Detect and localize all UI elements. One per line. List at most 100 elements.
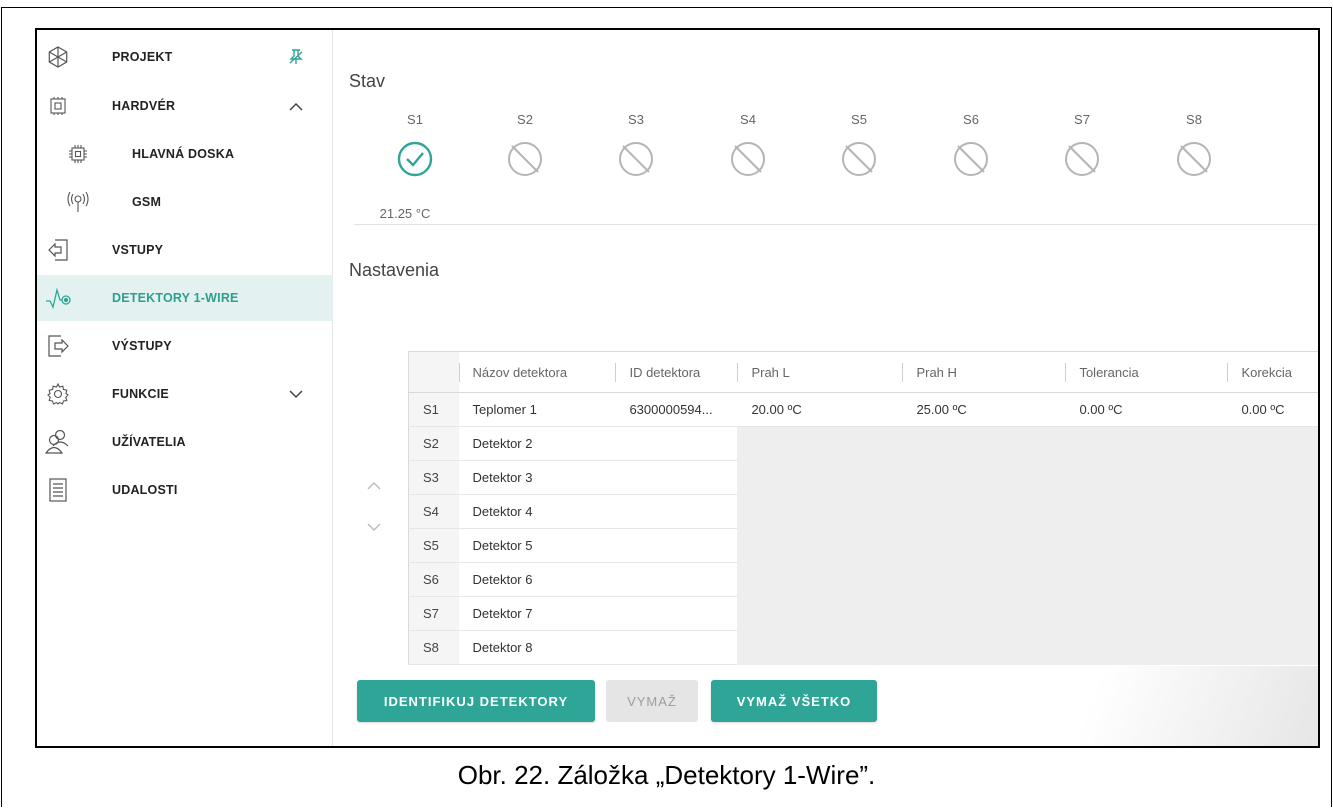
sidebar-item-udalosti[interactable]: UDALOSTI <box>37 467 333 513</box>
chevron-down-icon[interactable] <box>285 383 307 405</box>
sidebar-item-hardver[interactable]: HARDVÉR <box>37 83 333 129</box>
cell-disabled <box>737 528 1318 563</box>
functions-gear-icon <box>45 381 71 407</box>
column-header-prah-l[interactable]: Prah L <box>737 351 903 393</box>
delete-all-button[interactable]: VYMAŽ VŠETKO <box>711 680 877 722</box>
sensor-label: S4 <box>740 112 756 127</box>
section-divider <box>354 224 1318 225</box>
chevron-down-icon[interactable] <box>366 523 382 533</box>
cell-name[interactable]: Detektor 5 <box>458 528 616 563</box>
sidebar-item-detektory-1-wire[interactable]: DETEKTORY 1-WIRE <box>37 275 333 321</box>
sidebar-item-label: PROJEKT <box>112 50 173 64</box>
sidebar-item-hlavna-doska[interactable]: HLAVNÁ DOSKA <box>37 131 333 177</box>
cell-disabled <box>737 494 1318 529</box>
not-available-icon <box>951 139 991 179</box>
sensor-s1-temperature: 21.25 °C <box>379 206 431 221</box>
cell-detector-id[interactable] <box>615 596 738 631</box>
cell-name[interactable]: Detektor 3 <box>458 460 616 495</box>
cell-detector-id[interactable]: 6300000594... <box>615 392 738 427</box>
cell-tolerancia[interactable]: 0.00 ºC <box>1065 392 1228 427</box>
not-available-icon <box>1062 139 1102 179</box>
sensor-label: S8 <box>1186 112 1202 127</box>
cell-disabled <box>737 630 1318 665</box>
table-row[interactable]: S2 Detektor 2 <box>408 426 1318 461</box>
sensor-status-s1: S1 <box>380 112 450 179</box>
sidebar-item-vstupy[interactable]: VSTUPY <box>37 227 333 273</box>
sidebar-item-vystupy[interactable]: VÝSTUPY <box>37 323 333 369</box>
cell-detector-id[interactable] <box>615 426 738 461</box>
cell-detector-id[interactable] <box>615 562 738 597</box>
gsm-antenna-icon <box>65 189 91 215</box>
not-available-icon <box>839 139 879 179</box>
sidebar-item-label: UDALOSTI <box>112 483 178 497</box>
identify-detectors-button[interactable]: IDENTIFIKUJ DETEKTORY <box>357 680 595 722</box>
sidebar-item-label: DETEKTORY 1-WIRE <box>112 291 239 305</box>
cell-disabled <box>737 596 1318 631</box>
column-header-tolerancia[interactable]: Tolerancia <box>1065 351 1228 393</box>
delete-button[interactable]: VYMAŽ <box>606 680 698 722</box>
sensor-status-s7: S7 <box>1047 112 1117 179</box>
not-available-icon <box>505 139 545 179</box>
cell-name[interactable]: Detektor 6 <box>458 562 616 597</box>
app-window: PROJEKT HARDVÉR HLAVNÁ DOSKA GSM VSTUPY … <box>35 28 1320 748</box>
table-row[interactable]: S3 Detektor 3 <box>408 460 1318 495</box>
row-id: S7 <box>408 596 459 631</box>
column-header-nazov[interactable]: Názov detektora <box>458 351 616 393</box>
not-available-icon <box>728 139 768 179</box>
cell-name[interactable]: Detektor 8 <box>458 630 616 665</box>
cell-detector-id[interactable] <box>615 494 738 529</box>
cell-name[interactable]: Detektor 2 <box>458 426 616 461</box>
sidebar-item-funkcie[interactable]: FUNKCIE <box>37 371 333 417</box>
table-row[interactable]: S6 Detektor 6 <box>408 562 1318 597</box>
sensor-label: S2 <box>517 112 533 127</box>
inputs-icon <box>45 237 71 263</box>
main-content: Stav S1 S2 S3 S4 S5 S6 S7 S8 21.25 °C Na… <box>334 30 1318 746</box>
cell-name[interactable]: Detektor 7 <box>458 596 616 631</box>
events-list-icon <box>45 477 71 503</box>
sidebar-item-projekt[interactable]: PROJEKT <box>37 34 333 80</box>
sidebar-item-label: UŽÍVATELIA <box>112 435 186 449</box>
sensor-label: S1 <box>407 112 423 127</box>
chevron-up-icon[interactable] <box>285 95 307 117</box>
check-circle-icon <box>395 139 435 179</box>
column-header <box>408 351 459 393</box>
sensor-label: S5 <box>851 112 867 127</box>
mainboard-icon <box>65 141 91 167</box>
sidebar-item-label: HLAVNÁ DOSKA <box>132 147 235 161</box>
row-id: S3 <box>408 460 459 495</box>
table-row[interactable]: S8 Detektor 8 <box>408 630 1318 665</box>
table-row[interactable]: S4 Detektor 4 <box>408 494 1318 529</box>
sensor-status-s4: S4 <box>713 112 783 179</box>
table-row[interactable]: S1 Teplomer 1 6300000594... 20.00 ºC 25.… <box>408 392 1318 427</box>
sidebar-item-label: VSTUPY <box>112 243 164 257</box>
sensor-label: S7 <box>1074 112 1090 127</box>
chevron-up-icon[interactable] <box>366 480 382 490</box>
sidebar-item-gsm[interactable]: GSM <box>37 179 333 225</box>
figure-caption: Obr. 22. Záložka „Detektory 1-Wire”. <box>457 760 876 790</box>
table-row[interactable]: S7 Detektor 7 <box>408 596 1318 631</box>
cell-korekcia[interactable]: 0.00 ºC <box>1227 392 1318 427</box>
table-header-row: Názov detektora ID detektora Prah L Prah… <box>408 351 1318 393</box>
table-row[interactable]: S5 Detektor 5 <box>408 528 1318 563</box>
sidebar-item-uzivatelia[interactable]: UŽÍVATELIA <box>37 419 333 465</box>
project-icon <box>45 44 71 70</box>
cell-detector-id[interactable] <box>615 528 738 563</box>
cell-detector-id[interactable] <box>615 630 738 665</box>
sensor-label: S6 <box>963 112 979 127</box>
status-section-title: Stav <box>349 71 386 91</box>
column-header-korekcia[interactable]: Korekcia <box>1227 351 1318 393</box>
not-available-icon <box>1174 139 1214 179</box>
row-id: S4 <box>408 494 459 529</box>
cell-prah-h[interactable]: 25.00 ºC <box>902 392 1066 427</box>
pin-icon[interactable] <box>285 46 307 68</box>
sidebar-item-label: GSM <box>132 195 162 209</box>
cell-prah-l[interactable]: 20.00 ºC <box>737 392 903 427</box>
cell-name[interactable]: Detektor 4 <box>458 494 616 529</box>
column-header-id[interactable]: ID detektora <box>615 351 738 393</box>
row-id: S6 <box>408 562 459 597</box>
cell-detector-id[interactable] <box>615 460 738 495</box>
cell-name[interactable]: Teplomer 1 <box>458 392 616 427</box>
column-header-prah-h[interactable]: Prah H <box>902 351 1066 393</box>
sensor-status-s3: S3 <box>601 112 671 179</box>
sensor-status-s5: S5 <box>824 112 894 179</box>
